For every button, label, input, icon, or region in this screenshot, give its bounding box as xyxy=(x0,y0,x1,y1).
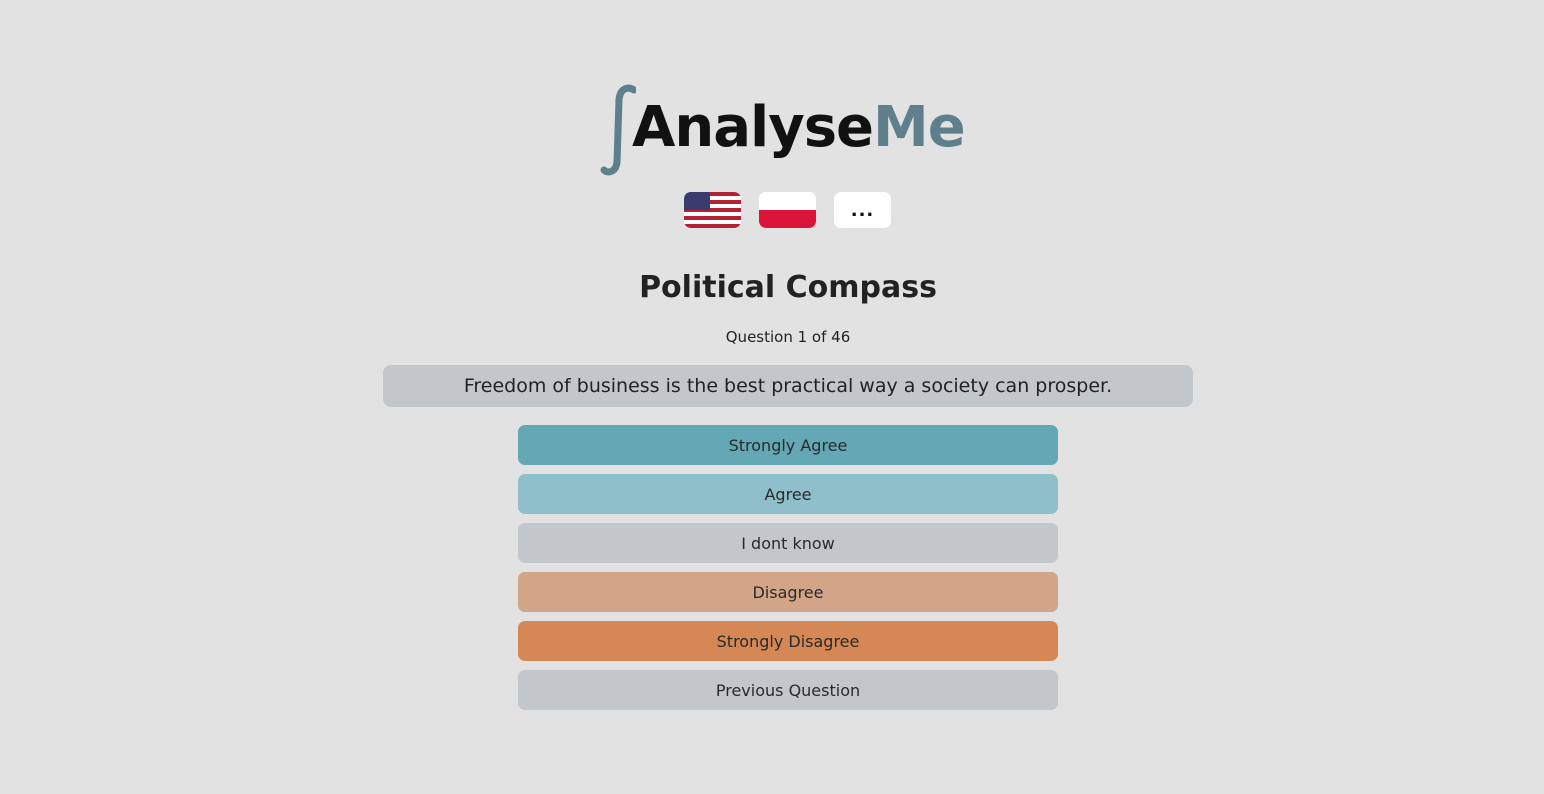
logo-text-analyse: Analyse xyxy=(632,95,874,160)
logo-text-me: Me xyxy=(873,95,966,160)
disagree-button[interactable]: Disagree xyxy=(518,572,1058,612)
language-selector: ... xyxy=(684,192,891,228)
analyseme-logo[interactable]: Analyse Me xyxy=(600,84,980,180)
quiz-title: Political Compass xyxy=(639,270,937,305)
flag-stripe xyxy=(684,224,741,228)
dont-know-button[interactable]: I dont know xyxy=(518,523,1058,563)
pl-flag-icon[interactable] xyxy=(759,192,816,228)
page: Analyse Me ... Political Compass Question… xyxy=(0,0,1544,794)
more-languages-button[interactable]: ... xyxy=(834,192,891,228)
flag-canton xyxy=(684,192,710,210)
strongly-disagree-button[interactable]: Strongly Disagree xyxy=(518,621,1058,661)
question-text: Freedom of business is the best practica… xyxy=(383,365,1193,407)
flag-red-band xyxy=(759,210,816,228)
strongly-agree-button[interactable]: Strongly Agree xyxy=(518,425,1058,465)
answer-list: Strongly Agree Agree I dont know Disagre… xyxy=(518,425,1058,710)
logo-wordmark: Analyse Me xyxy=(632,95,966,160)
integral-icon xyxy=(600,84,638,176)
previous-question-button[interactable]: Previous Question xyxy=(518,670,1058,710)
flag-white-band xyxy=(759,192,816,210)
us-flag-icon[interactable] xyxy=(684,192,741,228)
question-counter: Question 1 of 46 xyxy=(725,328,851,346)
agree-button[interactable]: Agree xyxy=(518,474,1058,514)
